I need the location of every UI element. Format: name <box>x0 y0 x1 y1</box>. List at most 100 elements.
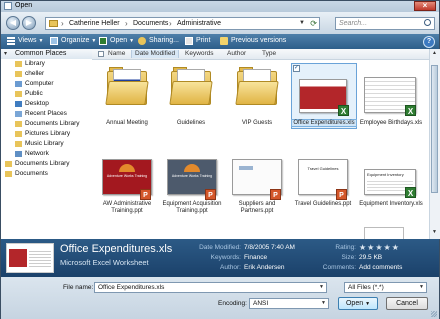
previous-versions-button[interactable]: Previous versions <box>220 37 286 47</box>
encoding-value: ANSI <box>253 300 269 307</box>
breadcrumb-administrative[interactable]: Administrative <box>177 20 221 27</box>
rating-stars[interactable]: ★★★★★ <box>359 243 400 252</box>
back-button[interactable]: ◀ <box>6 16 20 30</box>
file-equipment-acquisition-training[interactable]: Adventure Works Training P Equipment Acq… <box>159 155 225 219</box>
item-checkbox[interactable]: ✓ <box>293 65 300 72</box>
chevron-down-icon[interactable]: ▼ <box>321 300 326 306</box>
file-label: Equipment Acquisition Training.ppt <box>162 201 222 214</box>
details-thumbnail <box>6 243 54 273</box>
scrollbar-thumb[interactable] <box>431 65 438 193</box>
print-label: Print <box>196 37 211 44</box>
chevron-down-icon[interactable]: ▼ <box>365 301 370 307</box>
slide-title: Adventure Works Training <box>171 174 213 178</box>
search-input[interactable]: Search... <box>335 17 435 30</box>
forward-button[interactable]: ▶ <box>22 16 36 30</box>
file-name-input[interactable]: Office Expenditures.xls ▼ <box>94 282 327 293</box>
nav-item-recent-places[interactable]: Recent Places <box>15 110 67 119</box>
cancel-button[interactable]: Cancel <box>386 297 428 310</box>
versions-icon <box>220 37 228 45</box>
file-type-filter[interactable]: All Files (*.*) ▼ <box>344 282 427 293</box>
sharing-button[interactable]: Sharing... <box>138 37 179 47</box>
details-file-type: Microsoft Excel Worksheet <box>60 258 149 267</box>
address-row: ◀ ▶ › Catherine Heller › Documents › Adm… <box>1 12 439 34</box>
file-aw-administrative-training[interactable]: Adventure Works Training P AW Administra… <box>94 155 160 219</box>
previous-versions-label: Previous versions <box>231 37 287 44</box>
folder-icon <box>235 67 279 105</box>
excel-icon: X <box>405 187 416 198</box>
column-date-modified[interactable]: Date Modified <box>131 50 180 58</box>
nav-item-documents[interactable]: Documents <box>5 170 48 179</box>
chevron-down-icon[interactable]: ▼ <box>319 284 324 290</box>
organize-button[interactable]: Organize ▼ <box>50 37 96 47</box>
author-value[interactable]: Erik Andersen <box>244 264 284 271</box>
nav-item-network[interactable]: Network <box>15 150 49 159</box>
refresh-icon[interactable]: ⟳ <box>310 19 317 28</box>
common-places-header[interactable]: ▾ Common Places <box>1 49 92 59</box>
file-label: AW Administrative Training.ppt <box>102 201 152 214</box>
nav-item-cheller[interactable]: cheller <box>15 70 44 79</box>
chevron-right-icon: › <box>125 19 128 28</box>
select-all-checkbox[interactable] <box>98 51 104 57</box>
nav-label: Computer <box>25 80 54 87</box>
file-equipment-inventory[interactable]: Equipment Inventory X Equipment Inventor… <box>358 155 424 219</box>
search-icon[interactable] <box>424 19 431 26</box>
size-value: 29.5 KB <box>359 254 383 261</box>
desktop-icon <box>15 101 22 107</box>
column-keywords[interactable]: Keywords <box>185 50 214 57</box>
views-button[interactable]: Views ▼ <box>7 37 43 47</box>
nav-label: Music Library <box>25 140 64 147</box>
file-label: VIP Guests <box>241 120 273 126</box>
comments-value[interactable]: Add comments <box>359 264 402 271</box>
author-label: Author: <box>220 264 241 271</box>
vertical-scrollbar[interactable]: ▲ ▼ <box>429 49 440 239</box>
chevron-down-icon[interactable]: ▼ <box>419 284 424 290</box>
scroll-down-icon[interactable]: ▼ <box>430 229 439 237</box>
file-travel-guidelines[interactable]: Travel Guidelines P Travel Guidelines.pp… <box>290 155 356 219</box>
close-button[interactable]: × <box>414 1 436 11</box>
scroll-up-icon[interactable]: ▲ <box>430 50 439 58</box>
file-office-expenditures[interactable]: ✓ X Office Expenditures.xls <box>291 63 357 129</box>
slide-title: Travel Guidelines <box>307 166 339 171</box>
nav-item-pictures-library[interactable]: Pictures Library <box>15 130 70 139</box>
breadcrumb-user[interactable]: Catherine Heller <box>69 20 120 27</box>
sharing-label: Sharing... <box>149 37 179 44</box>
column-type[interactable]: Type <box>262 50 276 57</box>
open-button[interactable]: Open ▼ <box>338 297 378 310</box>
details-pane: Office Expenditures.xls Microsoft Excel … <box>1 239 439 277</box>
chevron-down-icon[interactable]: ▼ <box>299 20 305 26</box>
encoding-select[interactable]: ANSI ▼ <box>249 298 329 309</box>
address-bar[interactable]: › Catherine Heller › Documents › Adminis… <box>45 17 320 30</box>
breadcrumb-documents[interactable]: Documents <box>133 20 168 27</box>
nav-item-music-library[interactable]: Music Library <box>15 140 64 149</box>
file-guidelines[interactable]: Guidelines <box>158 65 224 129</box>
column-header-row: Name Date Modified Keywords Author Type <box>92 49 429 60</box>
file-annual-meeting[interactable]: Annual Meeting <box>94 65 160 129</box>
nav-item-documents-library-2[interactable]: Documents Library <box>5 160 70 169</box>
nav-label: Documents <box>15 170 48 177</box>
dialog-footer: File name: Office Expenditures.xls ▼ All… <box>1 277 439 319</box>
file-label: Employee Birthdays.xls <box>359 120 423 126</box>
file-vip-guests[interactable]: VIP Guests <box>224 65 290 129</box>
column-name[interactable]: Name <box>108 50 125 57</box>
help-button[interactable]: ? <box>423 36 435 48</box>
search-placeholder: Search... <box>339 20 368 27</box>
nav-item-documents-library[interactable]: Documents Library <box>15 120 80 129</box>
open-toolbar-button[interactable]: Open ▼ <box>99 37 134 47</box>
file-suppliers-and-partners[interactable]: P Suppliers and Partners.ppt <box>224 155 290 219</box>
nav-item-computer[interactable]: Computer <box>15 80 54 89</box>
print-button[interactable]: Print <box>185 37 210 47</box>
resize-grip[interactable] <box>431 311 437 317</box>
keywords-value[interactable]: Finance <box>244 254 267 261</box>
file-employee-birthdays[interactable]: X Employee Birthdays.xls <box>358 65 424 129</box>
slide-title: Adventure Works Training <box>106 174 148 178</box>
column-author[interactable]: Author <box>227 50 246 57</box>
file-label: Equipment Inventory.xls <box>359 201 423 207</box>
organize-label: Organize <box>61 37 90 44</box>
excel-icon: X <box>405 105 416 116</box>
keywords-label: Keywords: <box>210 254 241 261</box>
nav-item-library[interactable]: Library <box>15 60 45 69</box>
public-folder-icon <box>15 91 22 97</box>
nav-item-public[interactable]: Public <box>15 90 43 99</box>
nav-label: Library <box>25 60 45 67</box>
nav-item-desktop[interactable]: Desktop <box>15 100 49 109</box>
